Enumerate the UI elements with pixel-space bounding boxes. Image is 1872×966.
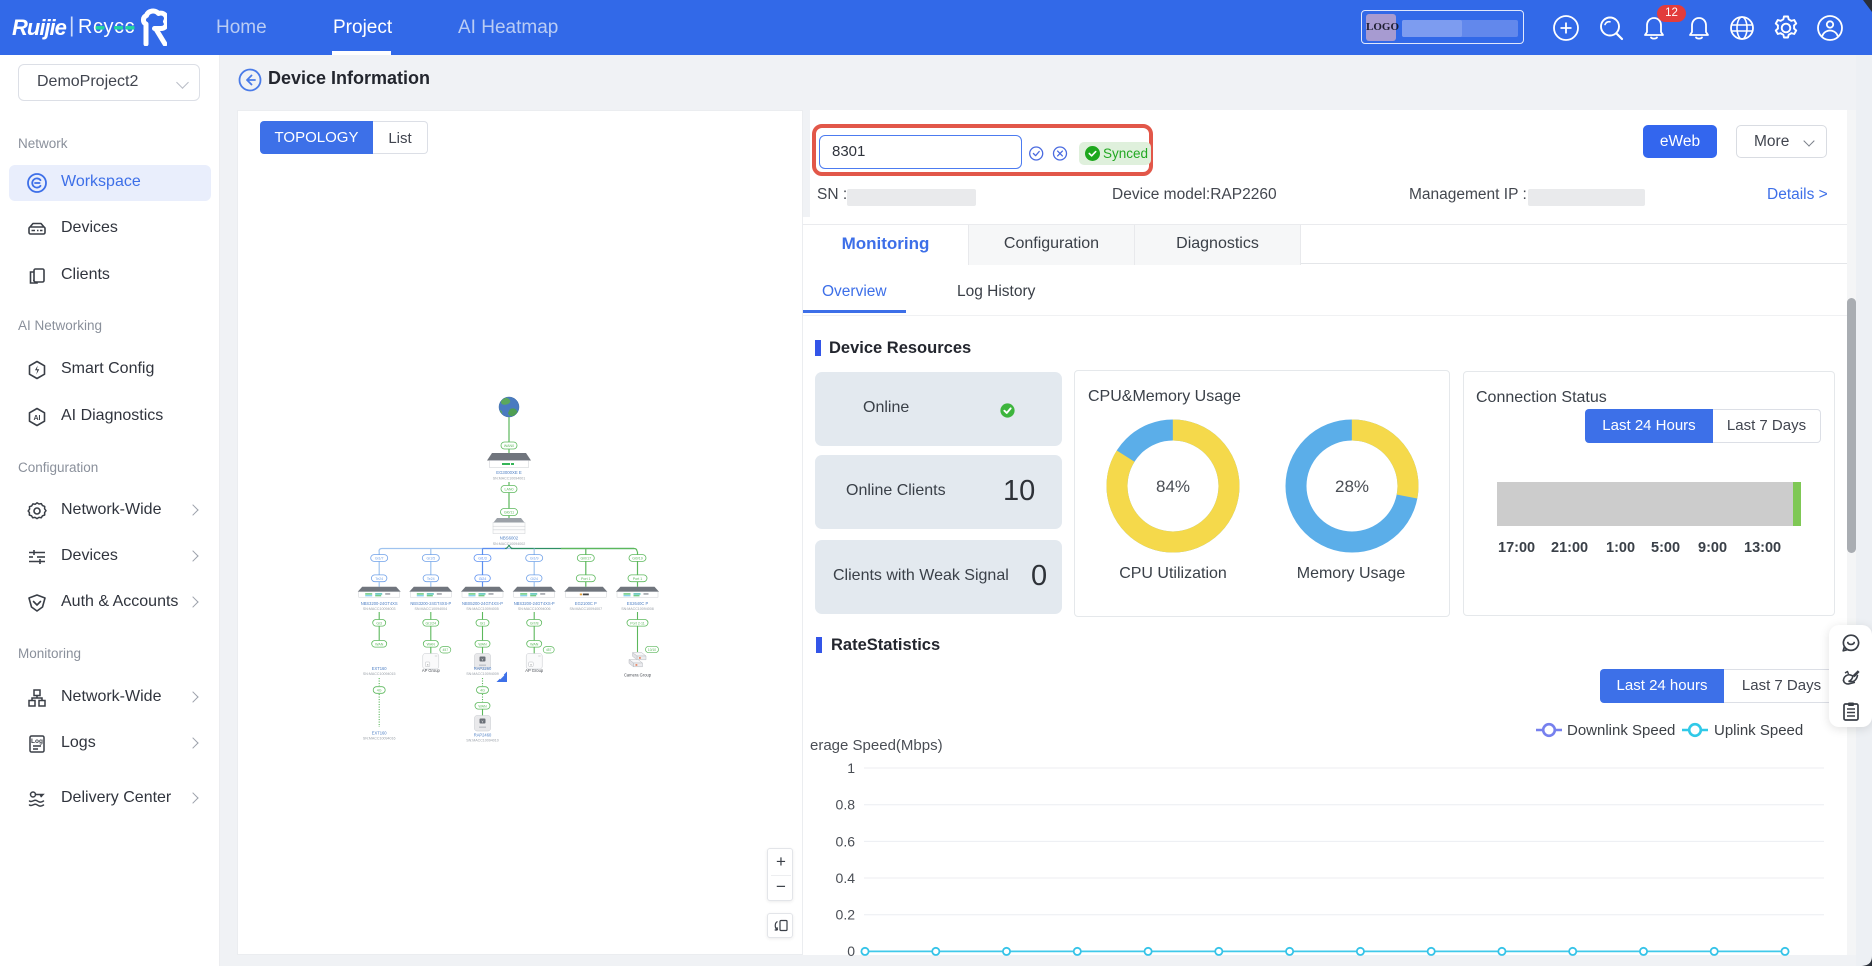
svg-text:457: 457	[546, 648, 552, 652]
svg-text:SN:MACC10094001: SN:MACC10094001	[493, 477, 526, 481]
svg-text:28%: 28%	[1335, 477, 1369, 496]
svg-text:SN:MACC10094004: SN:MACC10094004	[415, 607, 448, 611]
svg-text:WAN: WAN	[427, 642, 436, 646]
svg-text:SN:MACC10094006: SN:MACC10094006	[518, 607, 551, 611]
svg-text:Gi3: Gi3	[376, 621, 382, 625]
svg-text:Gi1/3: Gi1/3	[478, 557, 487, 561]
svg-text:NBS3200-24GT4XS-P: NBS3200-24GT4XS-P	[514, 601, 555, 606]
svg-text:NBS3200-24GT4XS: NBS3200-24GT4XS	[361, 601, 398, 606]
svg-text:AP Group: AP Group	[422, 668, 441, 673]
svg-text:Gi1/9: Gi1/9	[530, 557, 539, 561]
svg-text:Gi0/11: Gi0/11	[504, 511, 514, 515]
svg-text:SN:MACC10094003: SN:MACC10094003	[363, 607, 396, 611]
svg-text:EG3000XE E: EG3000XE E	[496, 470, 522, 475]
svg-text:Te24: Te24	[427, 577, 435, 581]
svg-text:NBS6002: NBS6002	[500, 536, 519, 541]
svg-text:Port 1: Port 1	[581, 577, 591, 581]
svg-text:SN:MACC10094010: SN:MACC10094010	[466, 739, 499, 743]
svg-text:Gi1/7: Gi1/7	[375, 557, 384, 561]
svg-text:SN:MACC10094016: SN:MACC10094016	[363, 737, 396, 741]
svg-text:WAN: WAN	[530, 642, 539, 646]
svg-text:WAN: WAN	[375, 642, 384, 646]
svg-text:Gi1/5: Gi1/5	[427, 557, 436, 561]
svg-text:0: 0	[847, 943, 855, 958]
svg-text:Gi0/19: Gi0/19	[632, 557, 643, 561]
svg-text:RAP2460: RAP2460	[474, 733, 492, 738]
svg-text:WAN: WAN	[478, 704, 487, 708]
svg-text:Gi0/17: Gi0/17	[581, 557, 592, 561]
svg-text:Gi1/24: Gi1/24	[426, 621, 437, 625]
svg-text:WAN: WAN	[478, 642, 487, 646]
svg-text:10/10: 10/10	[648, 648, 656, 652]
svg-text:Gi1: Gi1	[480, 621, 486, 625]
svg-text:457: 457	[443, 648, 449, 652]
svg-text:Gi24: Gi24	[479, 577, 487, 581]
svg-text:SN:MACC10094005: SN:MACC10094005	[466, 607, 499, 611]
svg-text:v: v	[482, 658, 484, 662]
svg-text:ES2640C P: ES2640C P	[627, 601, 649, 606]
svg-text:AI: AI	[34, 415, 41, 422]
svg-text:Log: Log	[31, 738, 43, 745]
svg-text:4G: 4G	[480, 689, 485, 693]
svg-text:EXT160: EXT160	[372, 731, 388, 736]
svg-text:Port 2-11: Port 2-11	[630, 621, 645, 625]
svg-text:NBS5200-24GT4XS-P: NBS5200-24GT4XS-P	[462, 601, 503, 606]
svg-text:SN:MACC10094007: SN:MACC10094007	[570, 607, 603, 611]
svg-text:0.8: 0.8	[836, 797, 856, 813]
svg-text:v: v	[482, 720, 484, 724]
svg-text:Gi24: Gi24	[530, 577, 538, 581]
svg-text:SN:MACC10094008: SN:MACC10094008	[621, 607, 654, 611]
svg-text:84%: 84%	[1156, 477, 1190, 496]
svg-text:RAP2260: RAP2260	[474, 666, 492, 671]
svg-text:4G: 4G	[377, 689, 382, 693]
svg-text:EG2100C P: EG2100C P	[575, 601, 597, 606]
svg-text:Te24: Te24	[375, 577, 383, 581]
svg-text:Port 1: Port 1	[633, 577, 643, 581]
svg-text:EXT160: EXT160	[372, 666, 388, 671]
svg-text:WAN0: WAN0	[504, 444, 514, 448]
svg-text:0.6: 0.6	[836, 833, 856, 849]
svg-text:0.4: 0.4	[836, 870, 856, 886]
svg-text:AP Group: AP Group	[525, 668, 544, 673]
svg-text:LAN0: LAN0	[505, 488, 514, 492]
svg-text:SN:MACC10094015: SN:MACC10094015	[363, 672, 396, 676]
svg-text:Gi7/8: Gi7/8	[530, 621, 539, 625]
svg-text:SN:MACC10094009: SN:MACC10094009	[466, 672, 499, 676]
svg-text:Camera Group: Camera Group	[624, 673, 652, 678]
svg-text:NBS3200-24GT4XS-P: NBS3200-24GT4XS-P	[410, 601, 451, 606]
svg-text:1: 1	[847, 760, 855, 776]
svg-text:0.2: 0.2	[836, 907, 856, 923]
